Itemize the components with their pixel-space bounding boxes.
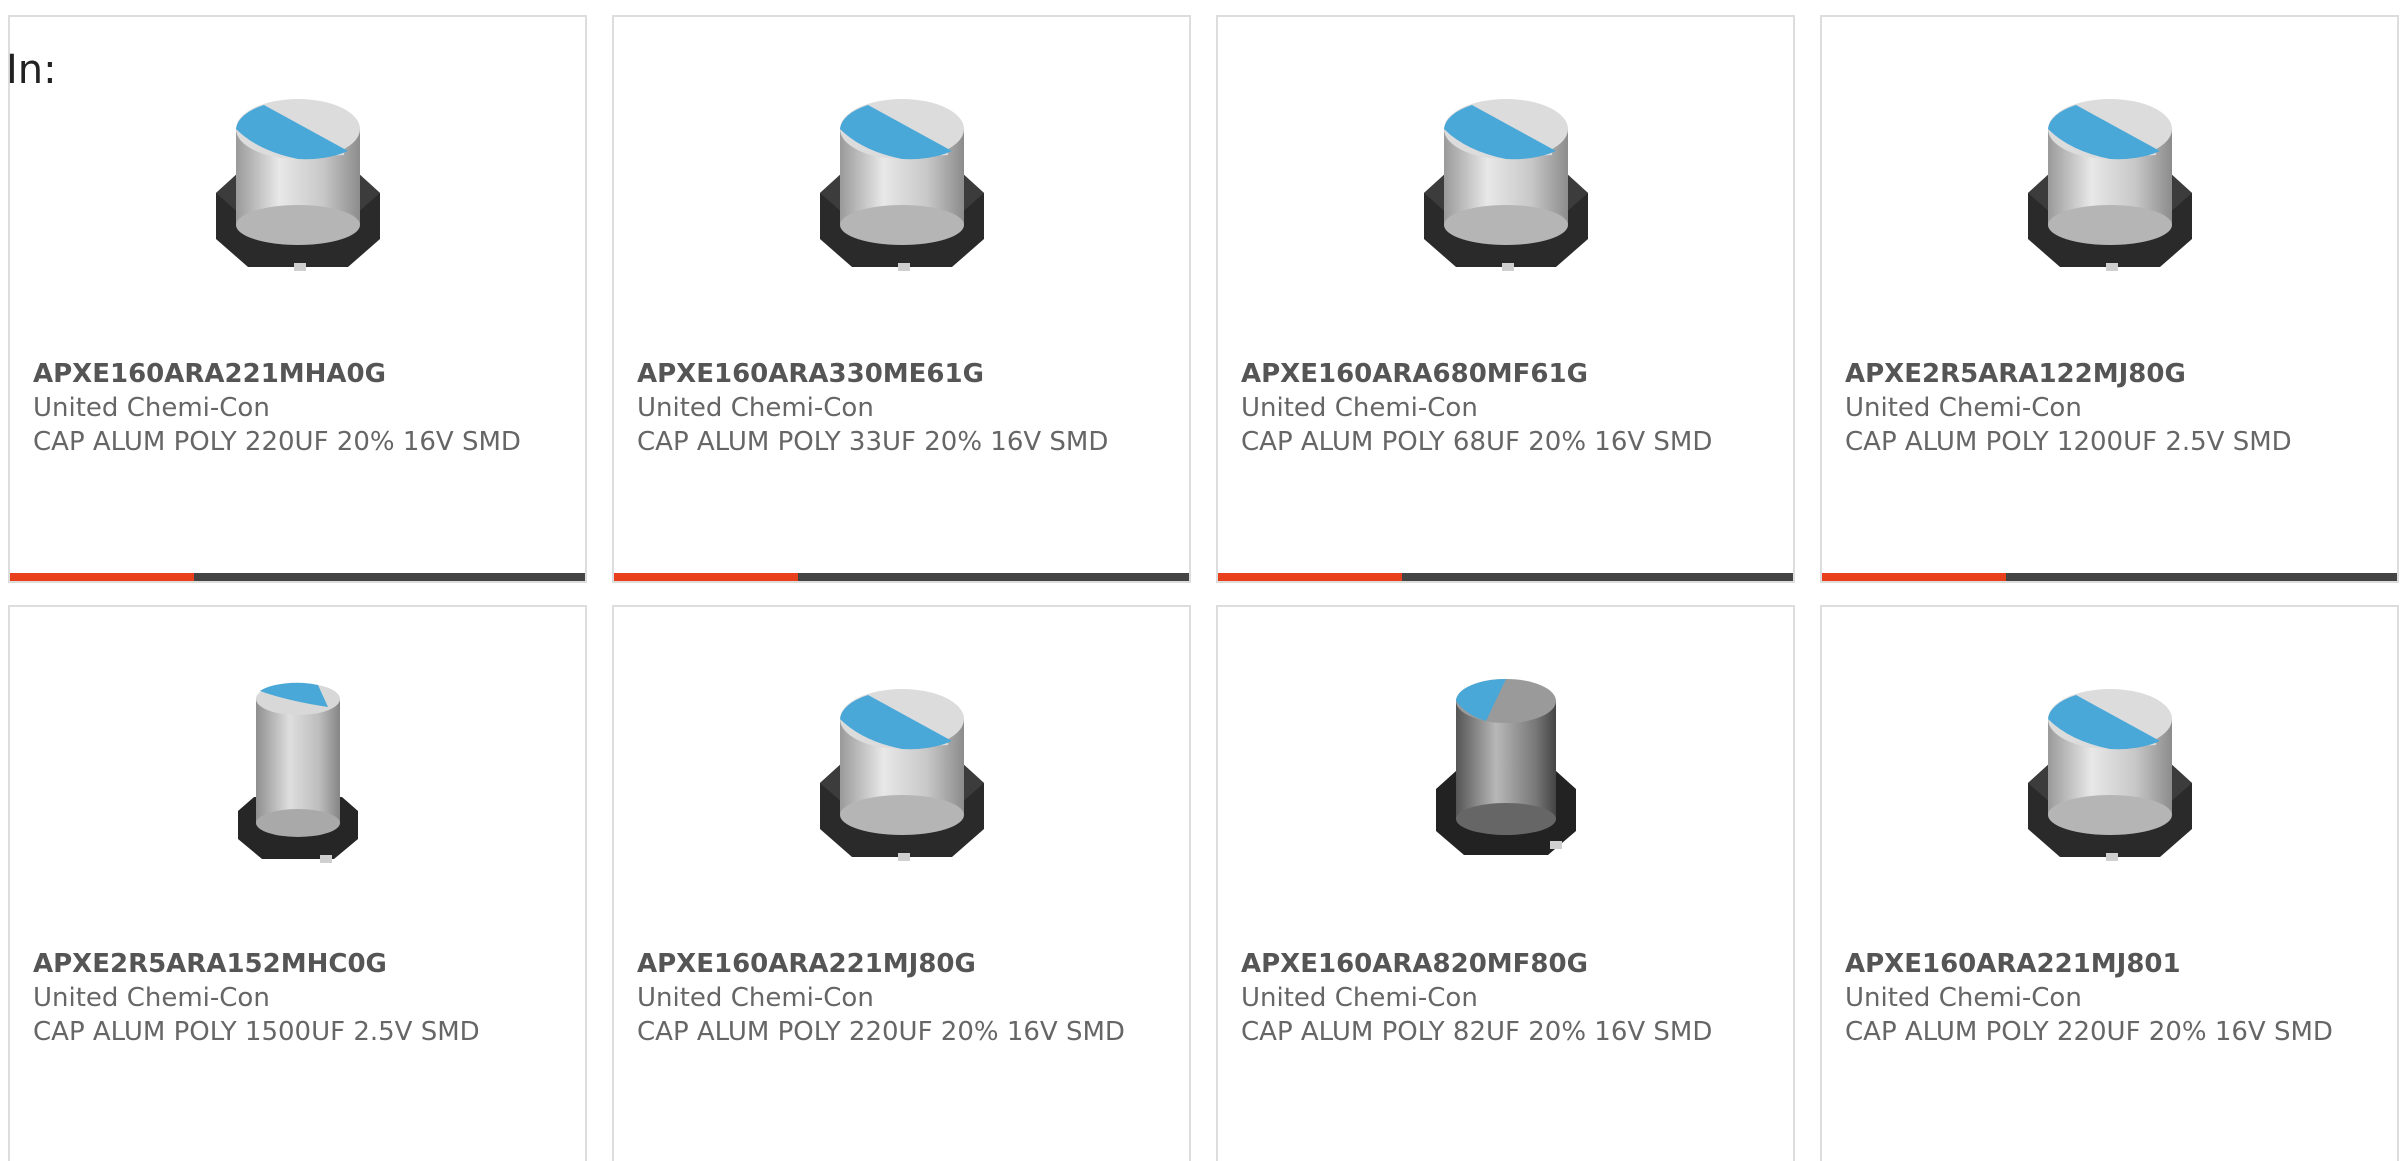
product-card[interactable]: APXE160ARA820MF80G United Chemi-Con CAP … xyxy=(1216,605,1795,1161)
card-footer-accent xyxy=(10,573,194,581)
product-info: APXE160ARA221MJ801 United Chemi-Con CAP … xyxy=(1845,947,2377,1049)
product-info: APXE160ARA330ME61G United Chemi-Con CAP … xyxy=(637,357,1169,459)
card-footer-bar xyxy=(10,573,585,581)
part-number[interactable]: APXE2R5ARA122MJ80G xyxy=(1845,357,2377,391)
part-number[interactable]: APXE160ARA330ME61G xyxy=(637,357,1169,391)
description: CAP ALUM POLY 82UF 20% 16V SMD xyxy=(1241,1017,1713,1047)
capacitor-tall-icon[interactable] xyxy=(198,671,398,871)
capacitor-wide-icon[interactable] xyxy=(2010,81,2210,281)
capacitor-wide-icon[interactable] xyxy=(2010,671,2210,871)
manufacturer: United Chemi-Con xyxy=(1845,393,2082,423)
part-number[interactable]: APXE2R5ARA152MHC0G xyxy=(33,947,565,981)
product-card[interactable]: APXE160ARA680MF61G United Chemi-Con CAP … xyxy=(1216,15,1795,583)
manufacturer: United Chemi-Con xyxy=(637,393,874,423)
part-number[interactable]: APXE160ARA680MF61G xyxy=(1241,357,1773,391)
capacitor-wide-icon[interactable] xyxy=(802,81,1002,281)
product-card[interactable]: APXE160ARA221MJ801 United Chemi-Con CAP … xyxy=(1820,605,2399,1161)
part-number[interactable]: APXE160ARA820MF80G xyxy=(1241,947,1773,981)
description: CAP ALUM POLY 33UF 20% 16V SMD xyxy=(637,427,1109,457)
capacitor-wide-icon[interactable] xyxy=(802,671,1002,871)
description: CAP ALUM POLY 220UF 20% 16V SMD xyxy=(1845,1017,2333,1047)
product-card[interactable]: APXE160ARA221MHA0G United Chemi-Con CAP … xyxy=(8,15,587,583)
manufacturer: United Chemi-Con xyxy=(637,983,874,1013)
product-grid-page: In: APXE160ARA221MHA0G United Chemi-Con xyxy=(0,0,2400,1161)
card-footer-accent xyxy=(1822,573,2006,581)
capacitor-wide-icon[interactable] xyxy=(198,81,398,281)
description: CAP ALUM POLY 220UF 20% 16V SMD xyxy=(637,1017,1125,1047)
description: CAP ALUM POLY 220UF 20% 16V SMD xyxy=(33,427,521,457)
product-card[interactable]: APXE2R5ARA122MJ80G United Chemi-Con CAP … xyxy=(1820,15,2399,583)
capacitor-wide-icon[interactable] xyxy=(1406,81,1606,281)
product-info: APXE2R5ARA122MJ80G United Chemi-Con CAP … xyxy=(1845,357,2377,459)
product-card[interactable]: APXE160ARA221MJ80G United Chemi-Con CAP … xyxy=(612,605,1191,1161)
card-footer-bar xyxy=(1822,573,2397,581)
product-card[interactable]: APXE2R5ARA152MHC0G United Chemi-Con CAP … xyxy=(8,605,587,1161)
product-info: APXE160ARA221MHA0G United Chemi-Con CAP … xyxy=(33,357,565,459)
description: CAP ALUM POLY 1500UF 2.5V SMD xyxy=(33,1017,480,1047)
card-footer-bar xyxy=(1218,573,1793,581)
manufacturer: United Chemi-Con xyxy=(1845,983,2082,1013)
manufacturer: United Chemi-Con xyxy=(1241,393,1478,423)
part-number[interactable]: APXE160ARA221MHA0G xyxy=(33,357,565,391)
product-info: APXE160ARA221MJ80G United Chemi-Con CAP … xyxy=(637,947,1169,1049)
capacitor-dark-icon[interactable] xyxy=(1406,671,1606,871)
manufacturer: United Chemi-Con xyxy=(33,393,270,423)
product-info: APXE160ARA820MF80G United Chemi-Con CAP … xyxy=(1241,947,1773,1049)
product-card[interactable]: APXE160ARA330ME61G United Chemi-Con CAP … xyxy=(612,15,1191,583)
card-footer-accent xyxy=(614,573,798,581)
description: CAP ALUM POLY 1200UF 2.5V SMD xyxy=(1845,427,2292,457)
filter-label: In: xyxy=(6,47,57,93)
part-number[interactable]: APXE160ARA221MJ80G xyxy=(637,947,1169,981)
card-footer-bar xyxy=(614,573,1189,581)
card-footer-accent xyxy=(1218,573,1402,581)
product-info: APXE2R5ARA152MHC0G United Chemi-Con CAP … xyxy=(33,947,565,1049)
part-number[interactable]: APXE160ARA221MJ801 xyxy=(1845,947,2377,981)
product-grid: APXE160ARA221MHA0G United Chemi-Con CAP … xyxy=(8,15,2400,1161)
description: CAP ALUM POLY 68UF 20% 16V SMD xyxy=(1241,427,1713,457)
product-info: APXE160ARA680MF61G United Chemi-Con CAP … xyxy=(1241,357,1773,459)
manufacturer: United Chemi-Con xyxy=(1241,983,1478,1013)
manufacturer: United Chemi-Con xyxy=(33,983,270,1013)
